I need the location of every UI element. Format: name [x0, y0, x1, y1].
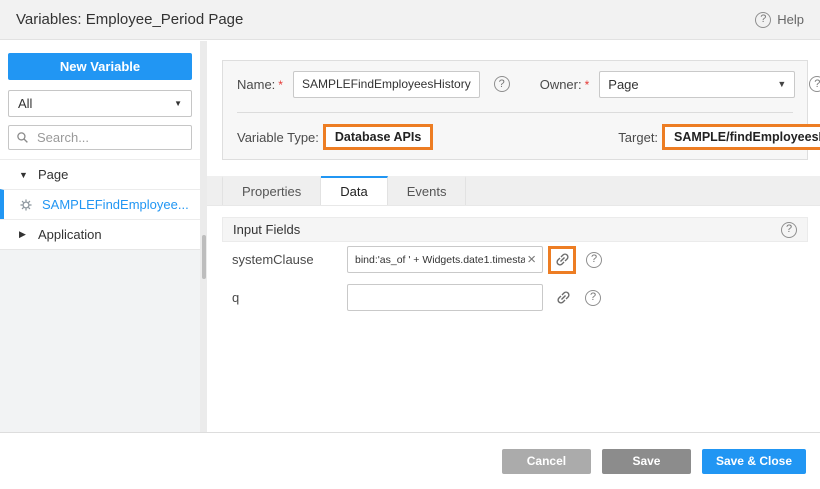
page-title: Variables: Employee_Period Page [16, 11, 243, 28]
variable-type-value-highlighted: Database APIs [323, 124, 433, 150]
q-help-icon[interactable] [585, 290, 601, 306]
bind-link-button-highlighted[interactable] [548, 246, 576, 274]
field-row-systemclause: systemClause bind:'as_of ' + Widgets.dat… [222, 246, 808, 273]
variables-sidebar: New Variable All Page SAMPLEFindEmployee… [0, 41, 200, 432]
variable-gear-icon [19, 198, 33, 212]
field-label: systemClause [222, 252, 347, 267]
bind-link-button[interactable] [551, 286, 575, 310]
search-box[interactable] [8, 125, 192, 150]
caret-down-icon[interactable] [19, 170, 29, 180]
field-label: q [222, 290, 347, 305]
tab-properties[interactable]: Properties [222, 176, 321, 205]
panel-divider [200, 41, 207, 432]
footer-action-bar: Cancel Save Save & Close [0, 432, 820, 489]
sidebar-empty-area [0, 249, 200, 432]
input-fields-title: Input Fields [233, 222, 300, 237]
owner-label: Owner:* [540, 77, 590, 92]
help-button[interactable]: Help [755, 12, 804, 28]
target-label: Target: [618, 130, 658, 145]
systemclause-help-icon[interactable] [586, 252, 602, 268]
name-value: SAMPLEFindEmployeesHistory [302, 77, 471, 91]
tree-item-variable-selected[interactable]: SAMPLEFindEmployee... [0, 189, 200, 219]
tree-item-label: Application [38, 227, 102, 242]
systemclause-value: bind:'as_of ' + Widgets.date1.timestam [355, 254, 525, 266]
variable-editor-panel: Name:* SAMPLEFindEmployeesHistory Owner:… [207, 41, 820, 432]
window-header: Variables: Employee_Period Page Help [0, 0, 820, 40]
search-input[interactable] [35, 129, 184, 146]
save-button[interactable]: Save [602, 449, 691, 474]
name-label: Name:* [237, 77, 283, 92]
scrollbar-thumb[interactable] [202, 235, 206, 279]
tab-events[interactable]: Events [388, 176, 467, 205]
input-fields-header: Input Fields [222, 217, 808, 242]
name-field[interactable]: SAMPLEFindEmployeesHistory [293, 71, 480, 98]
variable-type-label: Variable Type: [237, 130, 319, 145]
cancel-button[interactable]: Cancel [502, 449, 591, 474]
help-icon [755, 12, 771, 28]
help-label: Help [777, 12, 804, 27]
caret-right-icon[interactable] [19, 229, 29, 240]
variable-summary-panel: Name:* SAMPLEFindEmployeesHistory Owner:… [222, 60, 808, 160]
search-icon [16, 131, 29, 144]
owner-select[interactable]: Page [599, 71, 795, 98]
input-fields-help-icon[interactable] [781, 222, 797, 238]
target-value-highlighted: SAMPLE/findEmployeesHistory [662, 124, 820, 150]
form-divider [237, 112, 793, 113]
tree-item-label: SAMPLEFindEmployee... [42, 197, 189, 212]
tree-item-application[interactable]: Application [0, 219, 200, 249]
owner-value: Page [608, 77, 638, 92]
name-help-icon[interactable] [494, 76, 510, 92]
filter-value: All [18, 96, 32, 111]
tab-data[interactable]: Data [321, 176, 387, 205]
new-variable-button[interactable]: New Variable [8, 53, 192, 80]
required-asterisk: * [278, 78, 283, 92]
q-input[interactable] [347, 284, 543, 311]
tree-item-label: Page [38, 167, 68, 182]
field-row-q: q [222, 284, 808, 311]
chevron-down-icon [174, 99, 182, 108]
required-asterisk: * [585, 78, 590, 92]
tab-bar: Properties Data Events [207, 176, 820, 206]
filter-dropdown[interactable]: All [8, 90, 192, 117]
save-and-close-button[interactable]: Save & Close [702, 449, 806, 474]
link-icon [551, 248, 573, 272]
tree-item-page[interactable]: Page [0, 159, 200, 189]
systemclause-input[interactable]: bind:'as_of ' + Widgets.date1.timestam [347, 246, 543, 273]
clear-icon[interactable] [525, 252, 538, 267]
chevron-down-icon [777, 79, 786, 89]
owner-help-icon[interactable] [809, 76, 820, 92]
